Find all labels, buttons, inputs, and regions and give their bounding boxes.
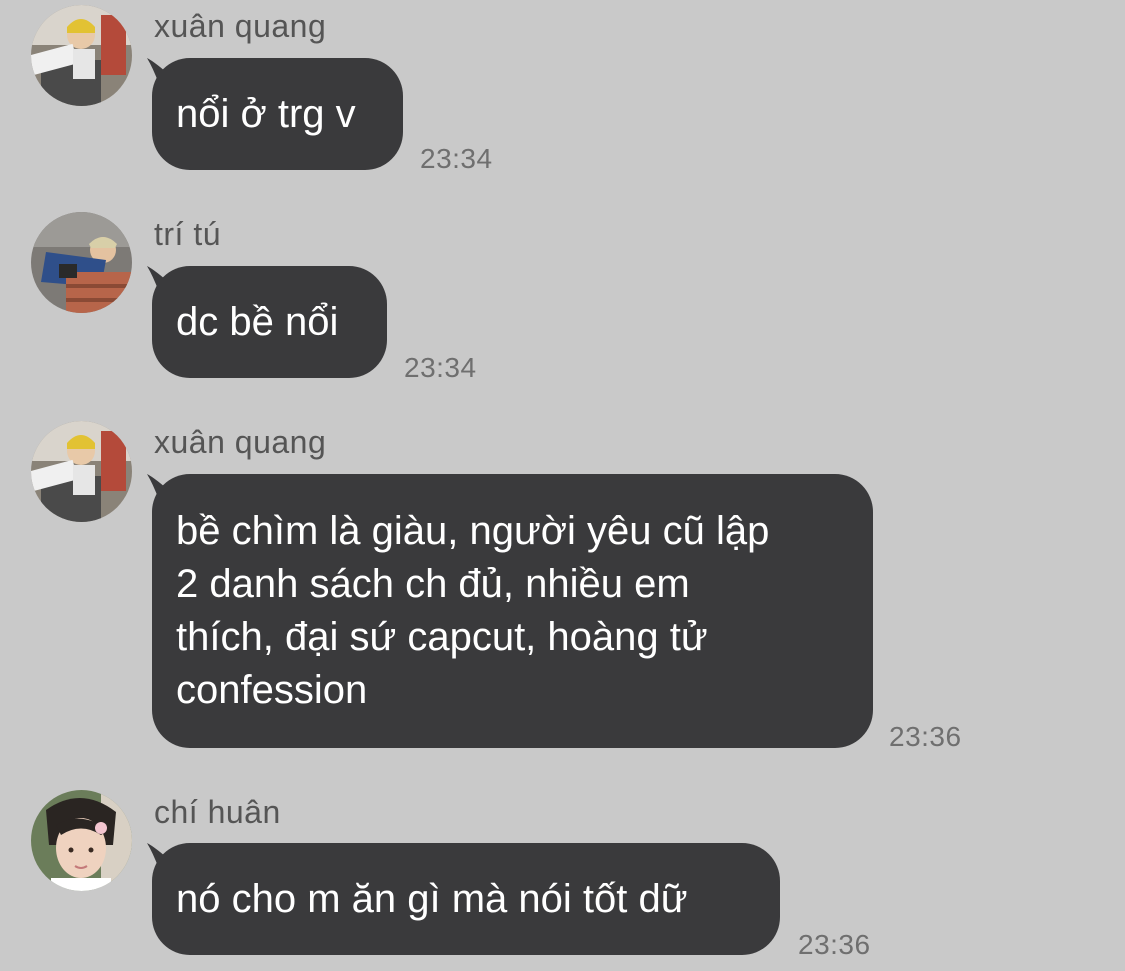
bubble-tail [147, 474, 173, 500]
sender-name: trí tú [154, 216, 222, 252]
avatar-chi-huan-icon[interactable] [31, 790, 132, 891]
message-text: dc bề nổi [176, 299, 339, 344]
avatar-tri-tu-icon[interactable] [31, 212, 132, 313]
message-time: 23:36 [889, 721, 962, 752]
bubble-tail [147, 843, 173, 869]
message-bubble[interactable]: bề chìm là giàu, người yêu cũ lập 2 danh… [147, 474, 873, 748]
message-time: 23:34 [420, 143, 493, 174]
message-row: xuân quang nổi ở trg v 23:34 [0, 0, 1125, 200]
message-row: chí huân nó cho m ăn gì mà nói tốt dữ 23… [0, 784, 1125, 971]
message-text: bề chìm là giàu, người yêu cũ lập 2 danh… [176, 509, 770, 712]
message-text: nổi ở trg v [176, 91, 356, 136]
bubble-tail [147, 58, 173, 84]
avatar-xuan-quang-icon[interactable] [31, 421, 132, 522]
message-bubble[interactable]: nó cho m ăn gì mà nói tốt dữ [147, 843, 780, 955]
message-row: trí tú dc bề nổi 23:34 [0, 208, 1125, 408]
message-time: 23:34 [404, 352, 477, 383]
message-text: nó cho m ăn gì mà nói tốt dữ [176, 876, 688, 921]
sender-name: chí huân [154, 794, 281, 830]
message-bubble[interactable]: dc bề nổi [147, 266, 387, 378]
sender-name: xuân quang [154, 8, 327, 44]
message-row: xuân quang bề chìm là giàu, người yêu cũ… [0, 416, 1125, 776]
avatar-xuan-quang-icon[interactable] [31, 5, 132, 106]
message-bubble[interactable]: nổi ở trg v [147, 58, 403, 170]
sender-name: xuân quang [154, 424, 327, 460]
message-time: 23:36 [798, 929, 871, 960]
bubble-tail [147, 266, 173, 292]
